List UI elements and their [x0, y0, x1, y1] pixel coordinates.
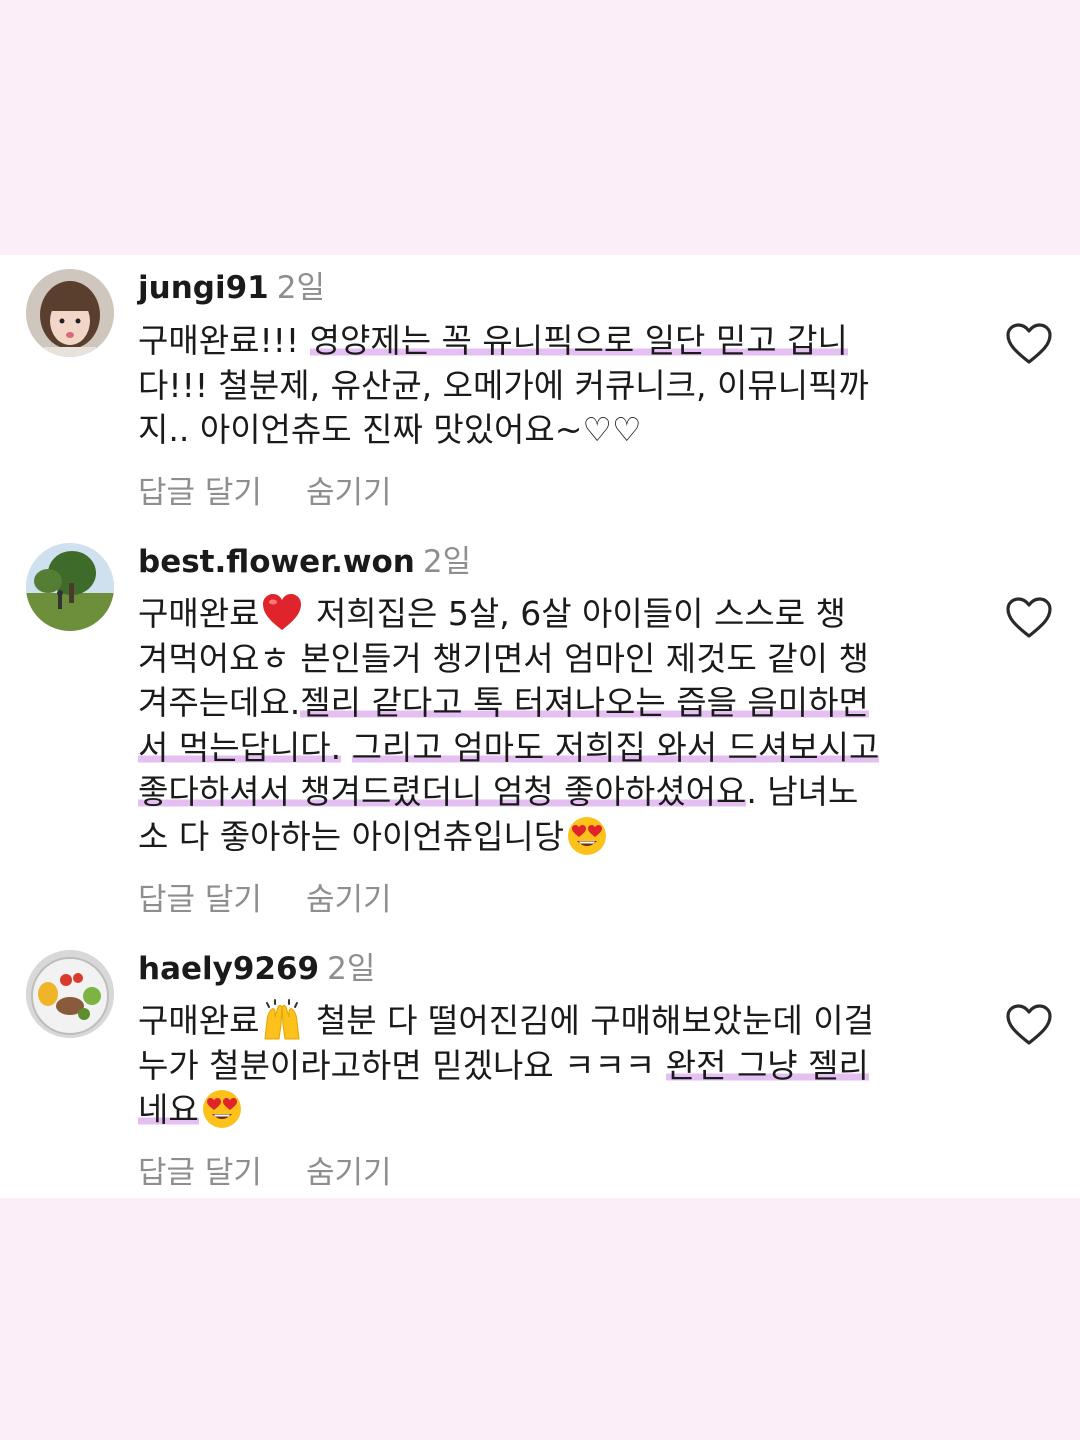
comment-time: 2일 — [276, 270, 325, 306]
avatar[interactable] — [26, 269, 114, 357]
like-heart-icon[interactable] — [1005, 322, 1053, 366]
comment-line: 다!!! 철분제, 유산균, 오메가에 커큐니크, 이뮤니픽까 — [138, 364, 968, 409]
comment-line: 소 다 좋아하는 아이언츄입니당 — [138, 815, 968, 860]
comment-actions: 답글 달기 숨기기 — [138, 874, 392, 919]
highlighted-text: 서 먹는답니다. — [138, 727, 342, 767]
highlighted-text: 네요 — [138, 1090, 199, 1129]
comment-time: 2일 — [422, 544, 472, 580]
comment-time: 2일 — [327, 951, 376, 987]
comment-line: 구매완료!!! 영양제는 꼭 유니픽으로 일단 믿고 갑니 — [138, 319, 968, 364]
comment-line: 구매완료 철분 다 떨어진김에 구매해보았눈데 이걸 — [138, 999, 968, 1044]
comment-text: 겨주는데요. — [138, 683, 301, 722]
comment-line: 네요 — [138, 1088, 968, 1133]
username[interactable]: jungi91 — [138, 270, 269, 306]
username[interactable]: haely9269 — [138, 951, 319, 987]
highlighted-text: 젤리 같다고 톡 터져나오는 즙을 음미하면 — [300, 683, 869, 722]
reply-button[interactable]: 답글 달기 — [138, 882, 262, 918]
comment-text: 철분 다 떨어진김에 구매해보았눈데 이걸 — [305, 1001, 875, 1040]
comment-line: 구매완료 저희집은 5살, 6살 아이들이 스스로 챙 — [138, 592, 968, 637]
comment-line: 지.. 아이언츄도 진짜 맛있어요~♡♡ — [138, 408, 968, 453]
hide-button[interactable]: 숨기기 — [306, 475, 392, 511]
comment-header: best.flower.won 2일 — [138, 542, 471, 582]
hide-button[interactable]: 숨기기 — [306, 882, 392, 918]
profile-photo-icon — [26, 543, 114, 631]
heart-eyes-emoji-icon — [201, 1088, 243, 1130]
comment-body: 구매완료 저희집은 5살, 6살 아이들이 스스로 챙 겨먹어요ㅎ 본인들거 챙… — [138, 592, 968, 859]
comment-text — [341, 728, 352, 767]
comment-text: 소 다 좋아하는 아이언츄입니당 — [138, 816, 565, 856]
hide-button[interactable]: 숨기기 — [306, 1155, 392, 1191]
profile-photo-icon — [26, 269, 114, 357]
avatar[interactable] — [26, 543, 114, 631]
comment-actions: 답글 달기 숨기기 — [138, 467, 392, 512]
comment-text: 저희집은 5살, 6살 아이들이 스스로 챙 — [305, 594, 846, 633]
comment-header: jungi91 2일 — [138, 268, 325, 308]
comment-actions: 답글 달기 숨기기 — [138, 1147, 392, 1192]
comment-line: 겨먹어요ㅎ 본인들거 챙기면서 엄마인 제것도 같이 챙 — [138, 637, 968, 682]
comment-text: 구매완료 — [138, 1001, 260, 1040]
reply-button[interactable]: 답글 달기 — [138, 475, 262, 511]
comment-line: 좋다하셔서 챙겨드렸더니 엄청 좋아하셨어요. 남녀노 — [138, 770, 968, 815]
heart-eyes-emoji-icon — [566, 815, 608, 857]
avatar[interactable] — [26, 950, 114, 1038]
comment-body: 구매완료 철분 다 떨어진김에 구매해보았눈데 이걸 누가 철분이라고하면 믿겠… — [138, 999, 968, 1133]
comments-panel: jungi91 2일 구매완료!!! 영양제는 꼭 유니픽으로 일단 믿고 갑니 … — [0, 255, 1080, 1198]
comment-text: 구매완료!!! — [138, 321, 310, 360]
top-background-band — [0, 0, 1080, 255]
comment-header: haely9269 2일 — [138, 949, 375, 989]
comment-text: 구매완료 — [138, 594, 260, 633]
username[interactable]: best.flower.won — [138, 544, 415, 580]
highlighted-text: 영양제는 꼭 유니픽으로 일단 믿고 갑니 — [309, 321, 848, 360]
like-heart-icon[interactable] — [1005, 1003, 1053, 1047]
comment-line: 겨주는데요.젤리 같다고 톡 터져나오는 즙을 음미하면 — [138, 681, 968, 726]
profile-photo-icon — [26, 950, 114, 1038]
comment-line: 서 먹는답니다. 그리고 엄마도 저희집 와서 드셔보시고 — [138, 726, 968, 771]
highlighted-text: 완전 그냥 젤리 — [665, 1045, 869, 1085]
comment-text: 누가 철분이라고하면 믿겠나요 ㅋㅋㅋ — [138, 1045, 666, 1085]
highlighted-text: 좋다하셔서 챙겨드렸더니 엄청 좋아하셨어요 — [138, 772, 747, 811]
reply-button[interactable]: 답글 달기 — [138, 1155, 262, 1191]
comment-text: 다!!! 철분제, 유산균, 오메가에 커큐니크, 이뮤니픽까 — [138, 365, 869, 405]
comment-text: . 남녀노 — [746, 772, 859, 811]
raising-hands-emoji-icon — [261, 999, 303, 1041]
red-heart-emoji-icon — [261, 592, 303, 634]
comment-body: 구매완료!!! 영양제는 꼭 유니픽으로 일단 믿고 갑니 다!!! 철분제, … — [138, 319, 968, 453]
comment-text: 겨먹어요ㅎ 본인들거 챙기면서 엄마인 제것도 같이 챙 — [138, 638, 869, 678]
highlighted-text: 그리고 엄마도 저희집 와서 드셔보시고 — [351, 727, 880, 767]
bottom-background-band — [0, 1198, 1080, 1440]
like-heart-icon[interactable] — [1005, 596, 1053, 640]
comment-text: 지.. 아이언츄도 진짜 맛있어요~♡♡ — [138, 410, 642, 449]
comment-line: 누가 철분이라고하면 믿겠나요 ㅋㅋㅋ 완전 그냥 젤리 — [138, 1044, 968, 1089]
